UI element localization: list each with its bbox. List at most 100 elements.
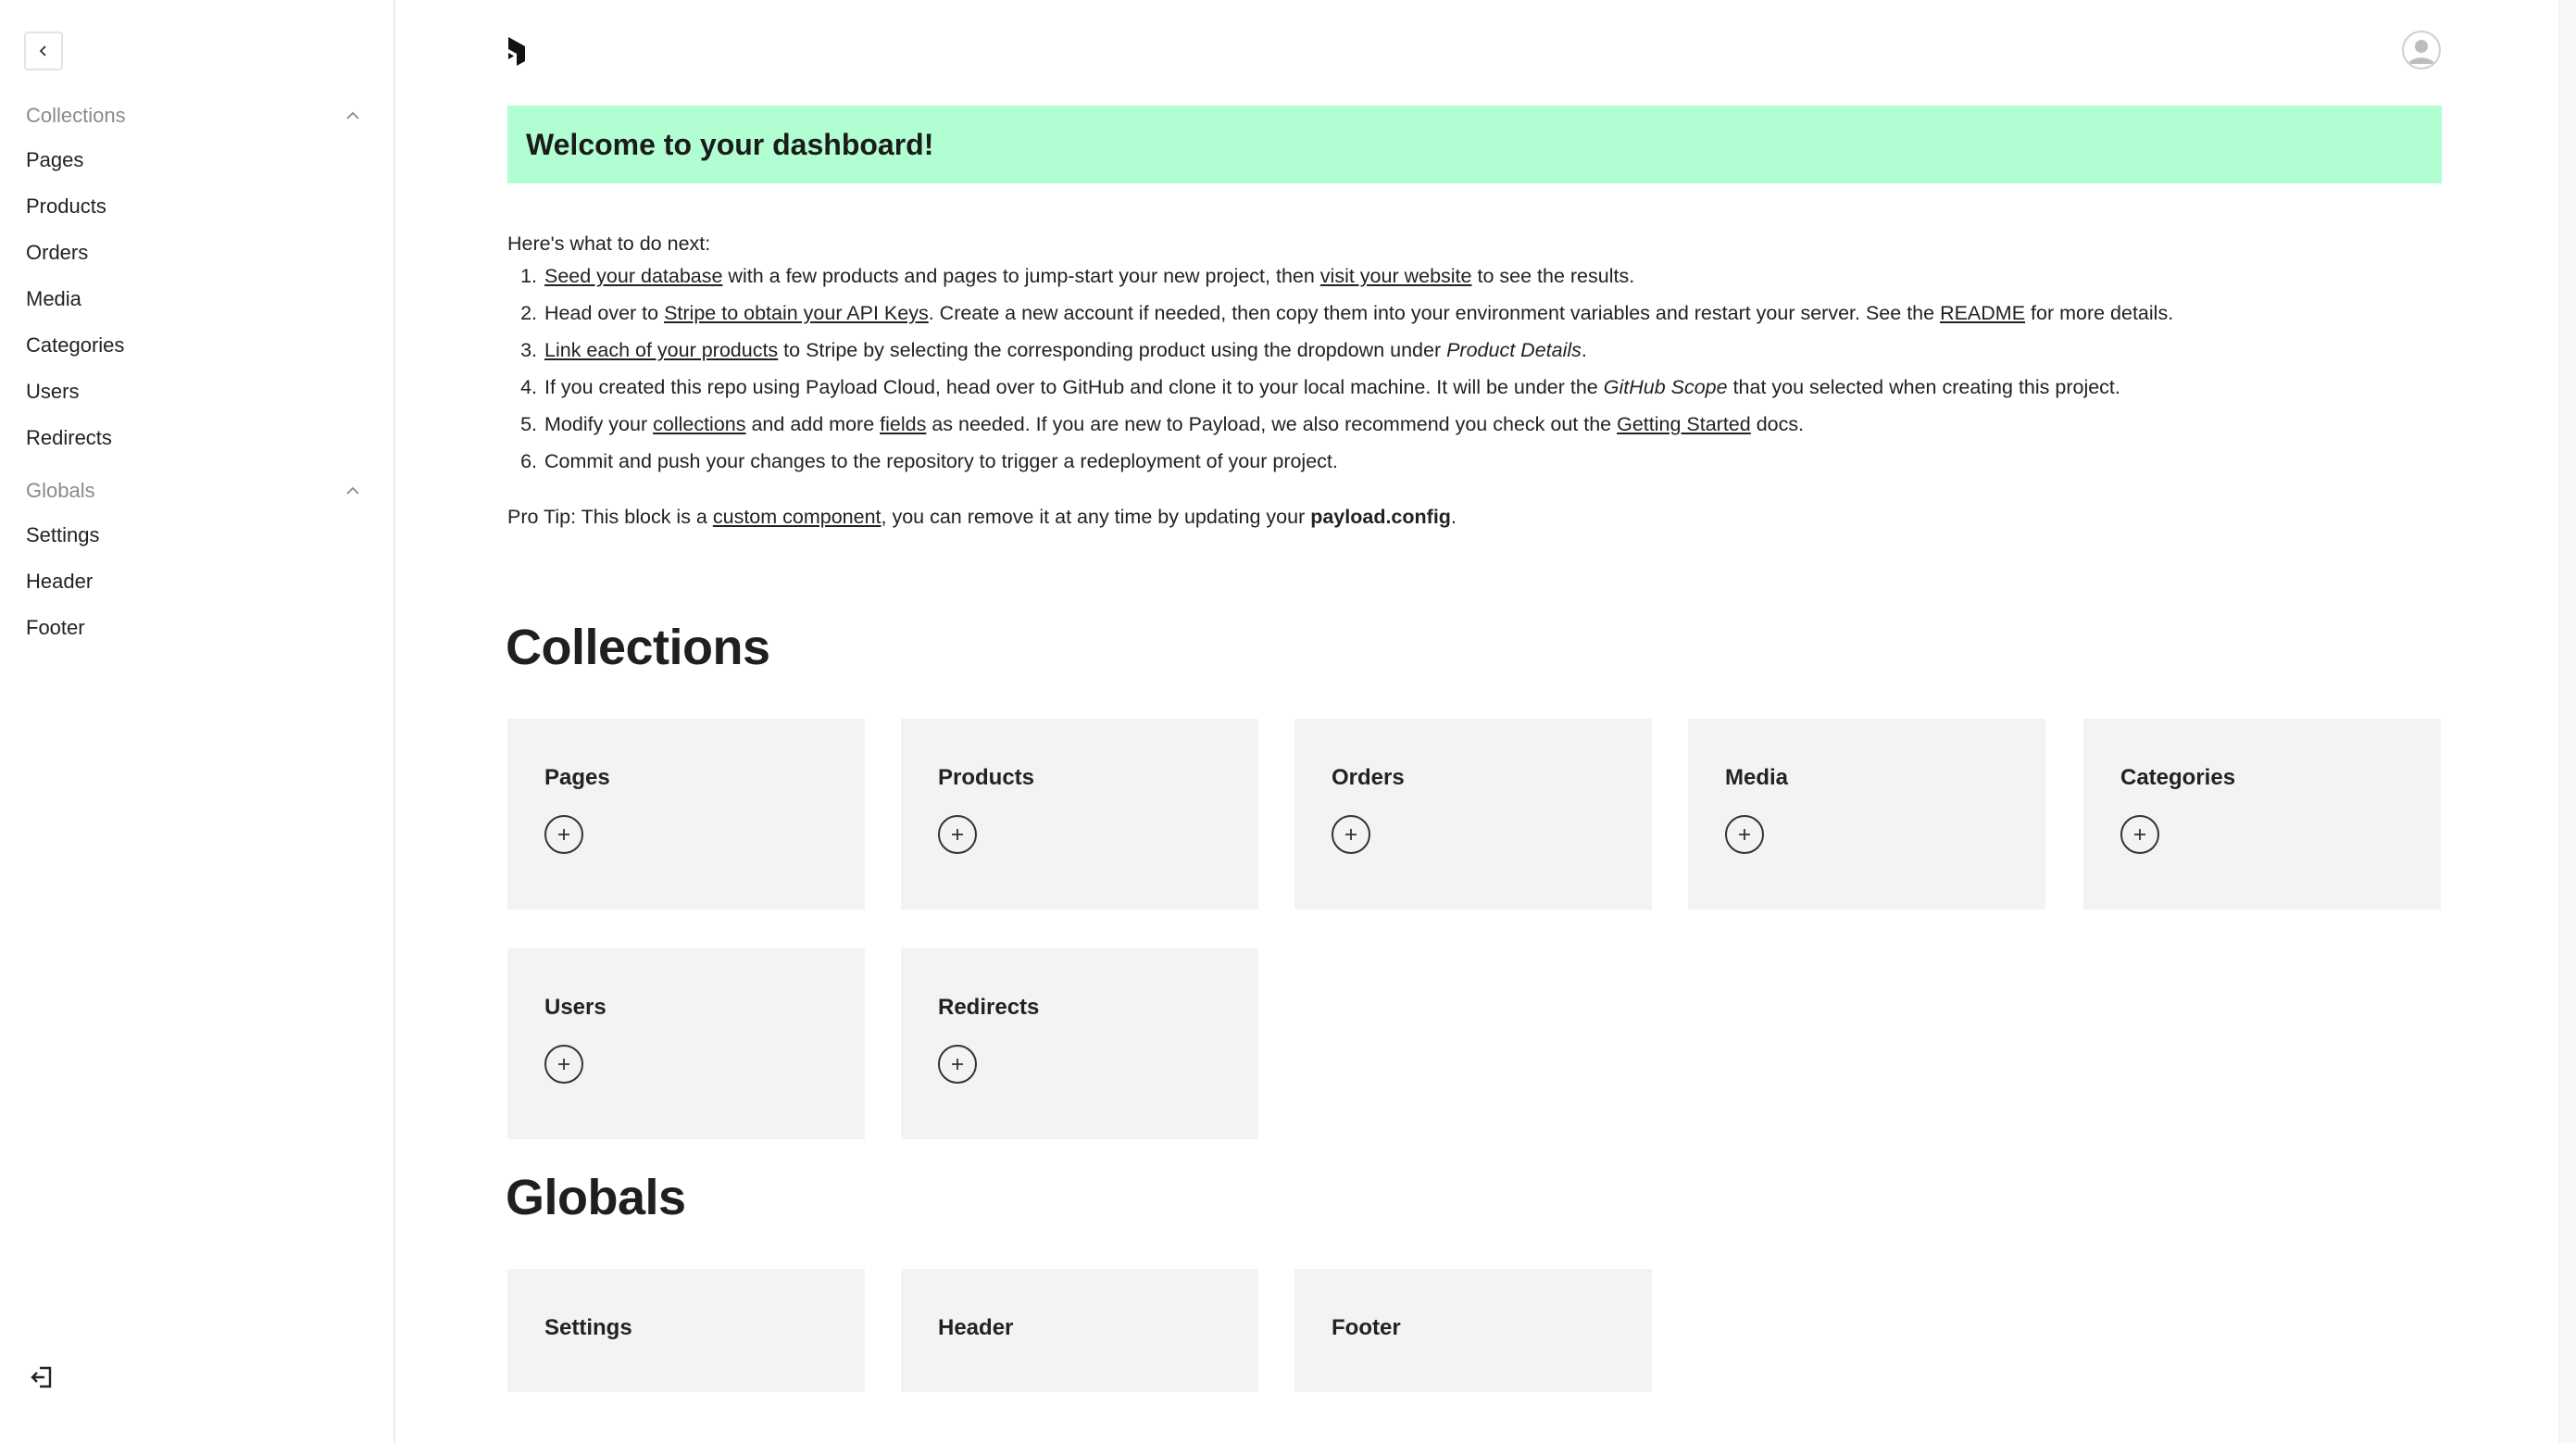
next-steps-list: 1. Seed your database with a few products… [507, 257, 2452, 480]
collection-card-pages[interactable]: Pages [507, 719, 865, 910]
collections-section-title: Collections [506, 620, 770, 675]
card-label: Users [544, 995, 606, 1020]
nav-group-globals[interactable]: Globals [26, 472, 361, 509]
add-orders-button[interactable] [1332, 815, 1370, 854]
nav-group-label: Globals [26, 479, 95, 502]
collection-card-media[interactable]: Media [1688, 719, 2045, 910]
step-text: docs. [1750, 413, 1805, 435]
card-label: Header [938, 1315, 1014, 1340]
plus-icon [952, 829, 963, 840]
welcome-banner: Welcome to your dashboard! [507, 106, 2442, 183]
collection-card-redirects[interactable]: Redirects [901, 948, 1258, 1139]
step-link[interactable]: Link each of your products [544, 339, 778, 361]
nav-group-label: Collections [26, 104, 126, 127]
add-redirects-button[interactable] [938, 1045, 977, 1084]
step-link[interactable]: fields [880, 413, 926, 435]
sidebar-item-products[interactable]: Products [26, 188, 106, 225]
sidebar-item-redirects[interactable]: Redirects [26, 420, 112, 457]
step-text: . Create a new account if needed, then c… [928, 302, 1941, 324]
sidebar: Collections Pages Products Orders Media … [0, 0, 395, 1443]
chevron-up-icon [346, 486, 359, 495]
intro-text: Here's what to do next: [507, 232, 711, 255]
user-avatar-icon [2408, 40, 2434, 64]
sidebar-item-pages[interactable]: Pages [26, 142, 83, 179]
step-text: that you selected when creating this pro… [1727, 376, 2120, 398]
step-text: as needed. If you are new to Payload, we… [926, 413, 1618, 435]
plus-icon [558, 829, 569, 840]
add-products-button[interactable] [938, 815, 977, 854]
card-label: Pages [544, 765, 610, 790]
collection-card-orders[interactable]: Orders [1294, 719, 1652, 910]
sidebar-item-users[interactable]: Users [26, 373, 79, 410]
plus-icon [2134, 829, 2145, 840]
plus-icon [1345, 829, 1357, 840]
card-label: Categories [2120, 765, 2236, 790]
step-link[interactable]: collections [653, 413, 745, 435]
step-emphasis: Product Details [1446, 339, 1582, 361]
step-link[interactable]: visit your website [1320, 265, 1472, 287]
step-number: 5. [520, 413, 537, 435]
step-text: Head over to [544, 302, 665, 324]
sidebar-item-categories[interactable]: Categories [26, 327, 124, 364]
step-text: If you created this repo using Payload C… [544, 376, 1604, 398]
chevron-left-icon [39, 45, 46, 56]
protip-config-name: payload.config [1310, 506, 1451, 528]
banner-title: Welcome to your dashboard! [526, 127, 934, 161]
collection-card-products[interactable]: Products [901, 719, 1258, 910]
chevron-up-icon [346, 111, 359, 119]
card-label: Footer [1332, 1315, 1401, 1340]
sidebar-item-settings[interactable]: Settings [26, 517, 100, 554]
collection-card-users[interactable]: Users [507, 948, 865, 1139]
logout-icon [31, 1366, 52, 1388]
custom-component-link[interactable]: custom component [713, 506, 882, 528]
step-number: 3. [520, 339, 537, 361]
step-item: 6. Commit and push your changes to the re… [507, 443, 2452, 480]
step-item: 4. If you created this repo using Payload… [507, 369, 2452, 406]
card-label: Orders [1332, 765, 1405, 790]
add-users-button[interactable] [544, 1045, 583, 1084]
step-text: to see the results. [1471, 265, 1635, 287]
step-link[interactable]: Stripe to obtain your API Keys [664, 302, 929, 324]
step-number: 2. [520, 302, 537, 324]
add-media-button[interactable] [1725, 815, 1764, 854]
card-label: Settings [544, 1315, 632, 1340]
step-number: 6. [520, 450, 537, 472]
card-label: Redirects [938, 995, 1040, 1020]
sidebar-item-footer[interactable]: Footer [26, 609, 85, 646]
step-number: 1. [520, 265, 537, 287]
card-label: Products [938, 765, 1035, 790]
global-card-header[interactable]: Header [901, 1269, 1258, 1392]
step-item: 1. Seed your database with a few products… [507, 257, 2452, 295]
logout-button[interactable] [26, 1361, 57, 1393]
step-item: 2. Head over to Stripe to obtain your API… [507, 295, 2452, 332]
sidebar-item-orders[interactable]: Orders [26, 234, 88, 271]
nav-group-collections[interactable]: Collections [26, 97, 361, 134]
sidebar-item-header[interactable]: Header [26, 563, 93, 600]
user-avatar[interactable] [2402, 31, 2441, 69]
protip-middle: , you can remove it at any time by updat… [881, 506, 1311, 528]
global-card-settings[interactable]: Settings [507, 1269, 865, 1392]
step-text: with a few products and pages to jump-st… [722, 265, 1320, 287]
card-label: Media [1725, 765, 1789, 790]
step-text: to Stripe by selecting the corresponding… [778, 339, 1447, 361]
payload-logo-icon[interactable] [506, 35, 533, 67]
global-card-footer[interactable]: Footer [1294, 1269, 1652, 1392]
step-number: 4. [520, 376, 537, 398]
step-link[interactable]: README [1940, 302, 2025, 324]
step-text: Modify your [544, 413, 654, 435]
collection-card-categories[interactable]: Categories [2083, 719, 2441, 910]
plus-icon [558, 1059, 569, 1070]
globals-section-title: Globals [506, 1170, 686, 1225]
plus-icon [952, 1059, 963, 1070]
sidebar-item-media[interactable]: Media [26, 281, 81, 318]
add-categories-button[interactable] [2120, 815, 2159, 854]
step-text: for more details. [2025, 302, 2174, 324]
add-pages-button[interactable] [544, 815, 583, 854]
page-scrollbar[interactable] [2558, 0, 2576, 1443]
pro-tip: Pro Tip: This block is a custom componen… [507, 498, 1457, 535]
protip-suffix: . [1450, 506, 1457, 528]
collapse-sidebar-button[interactable] [24, 31, 63, 70]
step-link[interactable]: Getting Started [1617, 413, 1751, 435]
step-text: and add more [745, 413, 881, 435]
step-link[interactable]: Seed your database [544, 265, 722, 287]
